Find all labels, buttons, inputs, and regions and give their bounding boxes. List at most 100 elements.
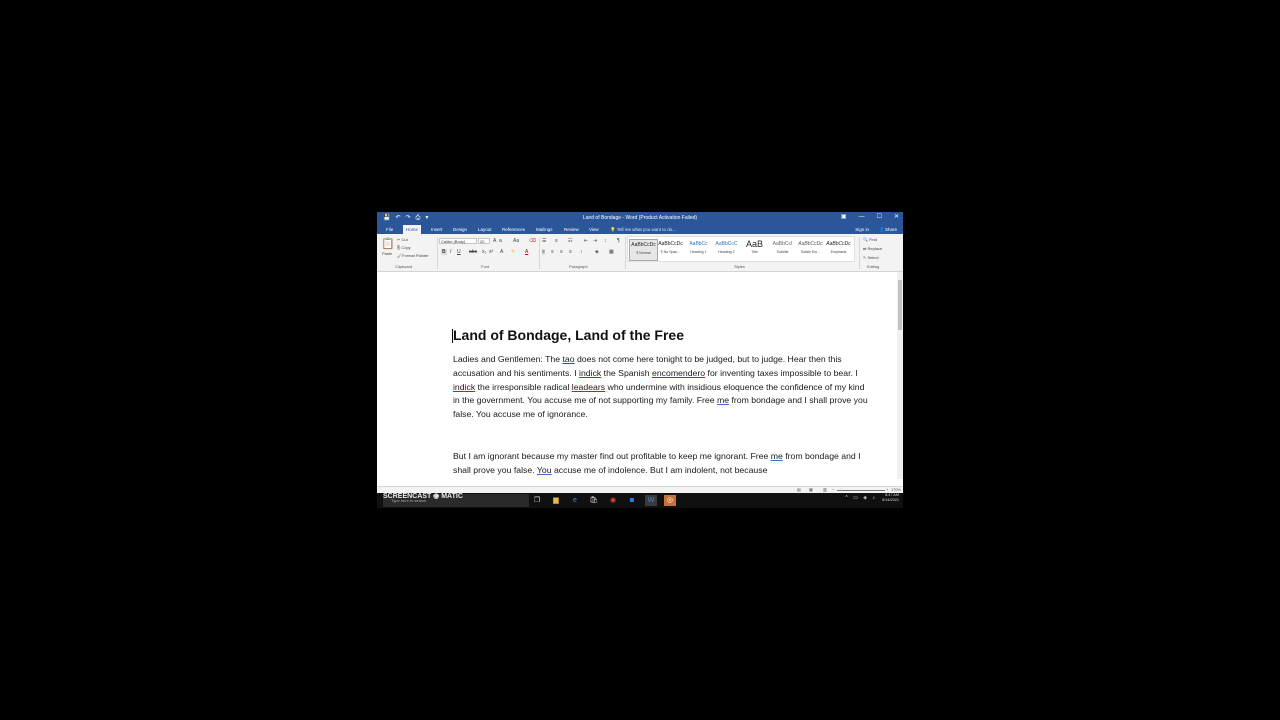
misspelled-word[interactable]: indick (453, 382, 475, 392)
superscript-icon[interactable]: x² (489, 249, 493, 255)
paragraph-2[interactable]: But I am ignorant because my master find… (453, 450, 868, 478)
zoom-slider[interactable] (837, 490, 885, 491)
zoom-app-icon[interactable]: ◙ (626, 495, 638, 506)
justify-icon[interactable]: ≡ (569, 249, 572, 255)
align-right-icon[interactable]: ≡ (560, 249, 563, 255)
vertical-scrollbar[interactable] (897, 272, 903, 479)
style-heading-1[interactable]: AaBbCc Heading 1 (685, 239, 712, 259)
scroll-thumb[interactable] (898, 280, 902, 330)
tab-home[interactable]: Home (403, 225, 422, 234)
tab-references[interactable]: References (499, 225, 528, 234)
file-explorer-icon[interactable]: ▆ (550, 495, 562, 506)
misspelled-word[interactable]: tao (562, 354, 574, 364)
grammar-flagged-word[interactable]: You (537, 465, 552, 475)
tab-design[interactable]: Design (450, 225, 470, 234)
document-title[interactable]: Land of Bondage, Land of the Free (453, 327, 684, 343)
minimize-button[interactable]: — (859, 213, 865, 221)
style-preview: AaBbCc (689, 241, 708, 247)
chrome-icon[interactable]: ◉ (607, 495, 619, 506)
cut-label: Cut (401, 237, 408, 242)
italic-icon[interactable]: I (450, 249, 451, 255)
decrease-indent-icon[interactable]: ⇤ (584, 238, 588, 244)
ribbon-display-icon[interactable]: ▣ (841, 213, 847, 221)
change-case-icon[interactable]: Aa (513, 238, 519, 244)
style-emphasis[interactable]: AaBbCcDc Emphasis (825, 239, 852, 259)
cut-button[interactable]: ✂ Cut (397, 237, 408, 242)
font-color-icon[interactable]: A (525, 249, 528, 255)
edge-icon[interactable]: e (569, 495, 581, 506)
separator (625, 237, 626, 269)
style-heading-2[interactable]: AaBbCcC Heading 2 (713, 239, 740, 259)
find-button[interactable]: 🔍 Find (863, 237, 877, 242)
grow-font-icon[interactable]: A (493, 238, 496, 244)
text-run: But I am ignorant because my master find… (453, 451, 771, 461)
underline-icon[interactable]: U (457, 249, 461, 255)
share-button[interactable]: 👤Share (879, 225, 897, 234)
store-icon[interactable]: 🛍 (588, 495, 600, 506)
tab-mailings[interactable]: Mailings (533, 225, 556, 234)
tab-layout[interactable]: Layout (475, 225, 495, 234)
select-button[interactable]: ↖ Select (863, 255, 879, 260)
align-center-icon[interactable]: ≡ (551, 249, 554, 255)
shrink-font-icon[interactable]: a (499, 238, 502, 244)
screencast-app-icon[interactable]: ◎ (664, 495, 676, 506)
word-app-icon[interactable]: W (645, 495, 657, 506)
style-subtle-emphasis[interactable]: AaBbCcDc Subtle Em... (797, 239, 824, 259)
clear-formatting-icon[interactable]: ⌫ (529, 238, 536, 244)
bold-icon[interactable]: B (441, 249, 447, 255)
task-view-icon[interactable]: ❐ (531, 495, 543, 506)
text-run: for inventing taxes impossible to bear. … (705, 367, 858, 378)
style-preview: AaBbCcDc (798, 241, 823, 247)
close-button[interactable]: ✕ (894, 213, 899, 221)
scissors-icon: ✂ (397, 237, 401, 242)
paste-icon[interactable]: 📋 (381, 238, 395, 250)
copy-icon: ⎘ (397, 245, 401, 250)
window-title: Land of Bondage - Word (Product Activati… (582, 215, 698, 221)
bullets-icon[interactable]: ☰ (542, 238, 546, 244)
style-name: ¶ Normal (636, 251, 651, 255)
grammar-flagged-word[interactable]: me (771, 451, 783, 461)
highlight-icon[interactable]: ✎ (511, 249, 515, 255)
increase-indent-icon[interactable]: ⇥ (593, 238, 597, 244)
maximize-button[interactable]: ☐ (877, 213, 882, 221)
format-painter-button[interactable]: 🖌Format Painter (397, 253, 429, 258)
line-spacing-icon[interactable]: ↕ (580, 249, 583, 255)
style-no-spacing[interactable]: AaBbCcDc ¶ No Spac... (657, 239, 684, 259)
borders-icon[interactable]: ▦ (609, 249, 614, 255)
paragraph-1[interactable]: Ladies and Gentlemen: The tao does not c… (453, 353, 868, 422)
font-name-combo[interactable]: Calibri (Body) (439, 238, 477, 244)
align-left-icon[interactable]: ≡ (542, 249, 545, 255)
style-subtitle[interactable]: AaBbCcI Subtitle (769, 239, 796, 259)
font-size-combo[interactable]: 20 (478, 238, 490, 244)
copy-button[interactable]: ⎘ Copy (397, 245, 411, 250)
sign-in-link[interactable]: Sign in (855, 225, 869, 234)
system-clock[interactable]: 8:47 AM 5/14/2021 (882, 493, 899, 503)
style-normal[interactable]: AaBbCcDc ¶ Normal (629, 239, 658, 261)
tab-file[interactable]: File (383, 225, 396, 234)
misspelled-word[interactable]: encomendero (652, 368, 705, 378)
misspelled-word[interactable]: leadears (572, 382, 605, 392)
style-title[interactable]: AaB Title (741, 239, 768, 259)
grammar-flagged-word[interactable]: me (717, 395, 729, 405)
format-painter-label: Format Painter (402, 253, 429, 258)
tab-review[interactable]: Review (561, 225, 582, 234)
shading-icon[interactable]: ◈ (595, 249, 599, 255)
tell-me-text: Tell me what you want to do... (616, 227, 677, 232)
subscript-icon[interactable]: x₂ (482, 249, 486, 255)
tab-view[interactable]: View (586, 225, 602, 234)
paste-label[interactable]: Paste (382, 251, 392, 256)
strikethrough-icon[interactable]: abc (469, 249, 477, 255)
ribbon-home: 📋 Paste ✂ Cut ⎘ Copy 🖌Format Painter Cli… (377, 234, 903, 272)
numbering-icon[interactable]: ≡ (555, 238, 558, 244)
replace-button[interactable]: ⇄ Replace (863, 246, 882, 251)
show-marks-icon[interactable]: ¶ (617, 238, 620, 244)
multilevel-list-icon[interactable]: ☷ (568, 238, 572, 244)
find-label: Find (869, 237, 877, 242)
text-effects-icon[interactable]: A (500, 249, 503, 255)
tab-insert[interactable]: Insert (428, 225, 445, 234)
text-run: Ladies and Gentlemen: The (453, 354, 563, 364)
misspelled-word[interactable]: indick (579, 368, 601, 378)
tell-me-search[interactable]: 💡 Tell me what you want to do... (610, 225, 676, 234)
system-tray-icons[interactable]: ^ ▭ ◈ ♪ (845, 495, 877, 501)
sort-icon[interactable]: ↕ (604, 238, 607, 244)
